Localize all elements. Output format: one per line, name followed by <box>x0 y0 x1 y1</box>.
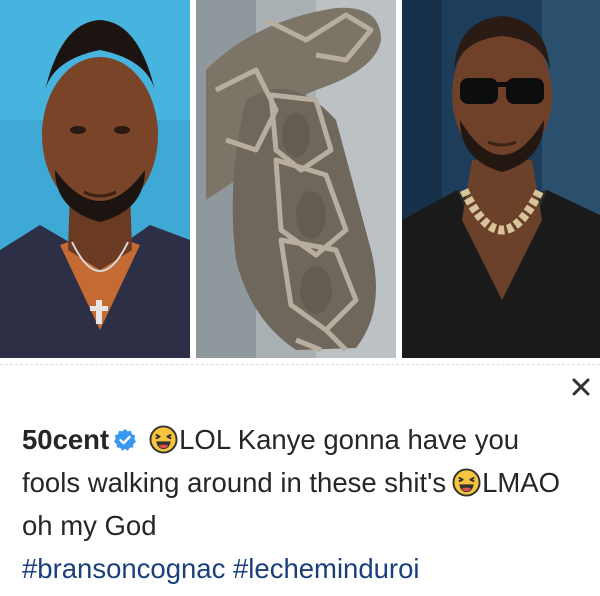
hashtag-link[interactable]: #bransoncognac <box>22 553 225 584</box>
photo-kanye <box>402 0 600 358</box>
laughing-face-emoji-icon <box>452 468 481 497</box>
post-caption: 50cent LOL Kanye gonna have you fools wal… <box>22 418 582 590</box>
caption-divider <box>0 364 600 365</box>
username-link[interactable]: 50cent <box>22 424 109 455</box>
close-button[interactable] <box>566 372 596 402</box>
photo-50cent-image <box>0 0 190 358</box>
photo-sock-boots <box>196 0 396 358</box>
photo-sock-boots-image <box>196 0 396 358</box>
laughing-face-emoji-icon <box>149 425 178 454</box>
close-icon <box>572 378 590 396</box>
photo-50cent <box>0 0 190 358</box>
photo-collage <box>0 0 600 358</box>
hashtag-link[interactable]: #lecheminduroi <box>233 553 420 584</box>
photo-kanye-image <box>402 0 600 358</box>
verified-badge-icon <box>114 429 137 451</box>
